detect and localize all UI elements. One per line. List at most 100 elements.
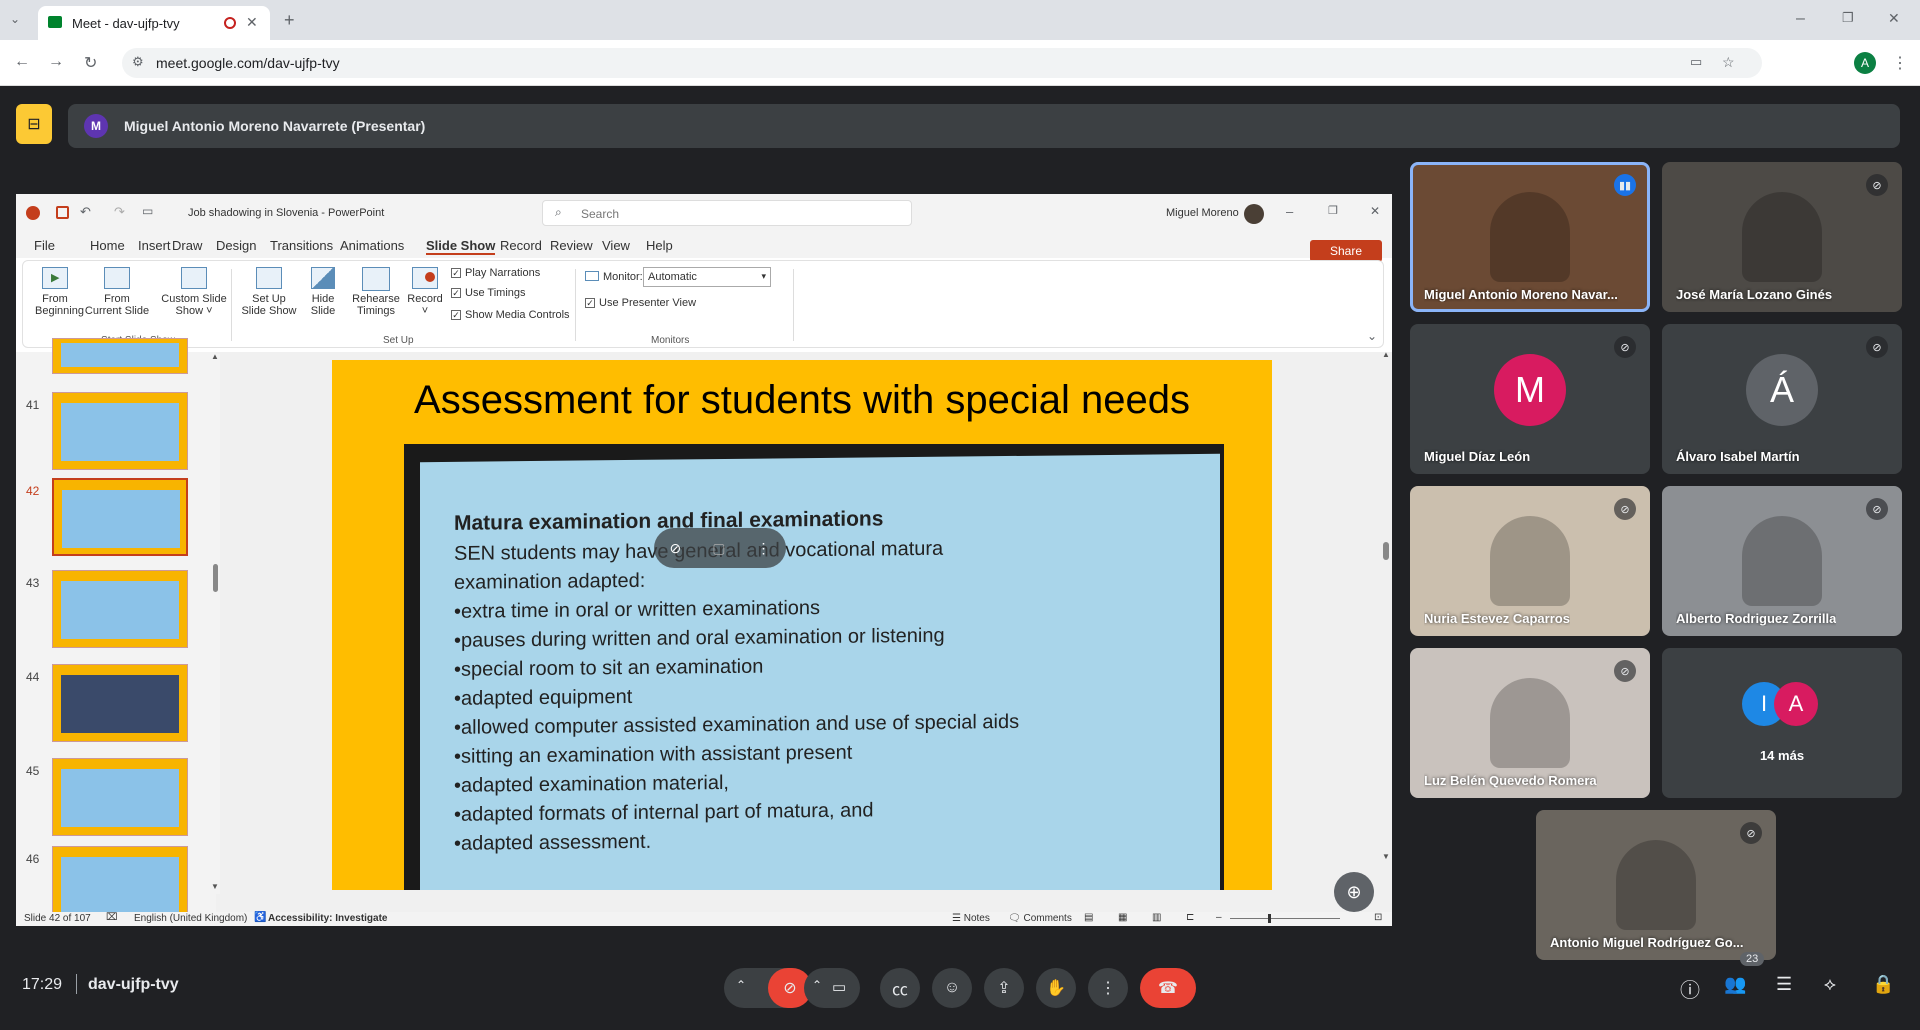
show-media-controls-checkbox[interactable]: ✓ Show Media Controls (451, 309, 570, 321)
slide-thumbnail[interactable] (52, 478, 188, 556)
reload-icon[interactable]: ↻ (84, 53, 97, 73)
slide-thumbnail[interactable] (52, 338, 188, 374)
minimize-icon[interactable]: – (1796, 10, 1805, 28)
undo-icon[interactable]: ↶ (80, 204, 91, 220)
video-overlay-controls[interactable]: ⊘ ▢ ⋮ (654, 528, 786, 568)
raise-hand-button[interactable]: ✋ (1036, 968, 1076, 1008)
custom-show-button[interactable]: Custom Slide Show ˅ (157, 267, 231, 317)
collapse-ribbon-icon[interactable]: ⌄ (1367, 329, 1377, 343)
use-timings-checkbox[interactable]: ✓ Use Timings (451, 287, 526, 299)
ppt-menu-home[interactable]: Home (90, 238, 125, 253)
forward-icon[interactable]: → (48, 53, 64, 71)
close-tab-icon[interactable]: ✕ (246, 14, 258, 31)
camera-icon[interactable]: ▭ (832, 978, 846, 996)
participant-tile[interactable]: ⊘ José María Lozano Ginés (1662, 162, 1902, 312)
normal-view-icon[interactable]: ▤ (1084, 912, 1093, 923)
participant-tile[interactable]: Á ⊘ Álvaro Isabel Martín (1662, 324, 1902, 474)
ppt-minimize-icon[interactable]: – (1286, 204, 1293, 219)
site-info-icon[interactable]: ⚙ (132, 54, 144, 70)
captions-button[interactable]: ㏄ (880, 968, 920, 1008)
participant-tile[interactable]: ⊘ Alberto Rodriguez Zorrilla (1662, 486, 1902, 636)
camera-options-icon[interactable]: ⌃ (812, 978, 822, 992)
camera-off-icon[interactable]: ▢ (712, 540, 725, 557)
scroll-thumb[interactable] (213, 564, 218, 592)
participant-tile[interactable]: ⊘ Nuria Estevez Caparros (1410, 486, 1650, 636)
ppt-menu-record[interactable]: Record (500, 238, 542, 253)
stop-presenting-icon[interactable]: ⊟ (16, 104, 52, 144)
profile-avatar[interactable]: A (1854, 52, 1876, 74)
slide-thumbnail[interactable] (52, 392, 188, 470)
ppt-menu-slide-show[interactable]: Slide Show (426, 238, 496, 255)
slide-scroll-thumb[interactable] (1383, 542, 1389, 560)
ppt-menu-file[interactable]: File (34, 238, 55, 253)
redo-icon[interactable]: ↷ (114, 204, 125, 220)
ppt-menu-animations[interactable]: Animations (340, 238, 404, 253)
zoom-magnifier-button[interactable]: ⊕ (1334, 872, 1374, 912)
more-options-icon[interactable]: ⋮ (756, 540, 770, 557)
ppt-search-box[interactable]: ⌕ Search (542, 200, 912, 226)
slideshow-view-icon[interactable]: ⊏ (1186, 912, 1194, 923)
rehearse-timings-button[interactable]: Rehearse Timings (349, 267, 403, 317)
host-controls-icon[interactable]: 🔒 (1872, 974, 1894, 995)
slide-sorter-icon[interactable]: ▦ (1118, 912, 1127, 923)
save-icon[interactable] (56, 206, 69, 219)
back-icon[interactable]: ← (14, 53, 30, 71)
ppt-share-button[interactable]: Share (1310, 240, 1382, 262)
slide-thumbnail[interactable] (52, 664, 188, 742)
participant-tile[interactable]: ▮▮ Miguel Antonio Moreno Navar... (1410, 162, 1650, 312)
thumbnail-scrollbar[interactable]: ▲ ▼ (210, 352, 220, 894)
record-button[interactable]: Record ˅ (407, 267, 443, 317)
from-current-button[interactable]: From Current Slide (83, 267, 151, 317)
participant-tile[interactable]: ⊘ Luz Belén Quevedo Romera (1410, 648, 1650, 798)
ppt-menu-help[interactable]: Help (646, 238, 673, 253)
setup-show-button[interactable]: Set Up Slide Show (241, 267, 297, 317)
more-options-button[interactable]: ⋮ (1088, 968, 1128, 1008)
participant-tile[interactable]: M ⊘ Miguel Díaz León (1410, 324, 1650, 474)
people-icon[interactable]: 👥 (1724, 974, 1746, 995)
present-button[interactable]: ⇪ (984, 968, 1024, 1008)
browser-tab[interactable]: Meet - dav-ujfp-tvy ✕ (38, 6, 270, 40)
mic-options-icon[interactable]: ⌃ (736, 978, 746, 992)
ppt-menu-insert[interactable]: Insert (138, 238, 171, 253)
restore-icon[interactable]: ❐ (1842, 10, 1854, 26)
zoom-slider-thumb[interactable] (1268, 914, 1271, 923)
comments-button[interactable]: 🗨 Comments (1008, 913, 1072, 924)
bookmark-star-icon[interactable]: ☆ (1722, 54, 1735, 71)
ppt-menu-review[interactable]: Review (550, 238, 593, 253)
browser-menu-icon[interactable]: ⋮ (1892, 53, 1908, 73)
camera-in-use-icon[interactable]: ▭ (1690, 54, 1702, 70)
ppt-menu-draw[interactable]: Draw (172, 238, 202, 253)
ppt-menu-view[interactable]: View (602, 238, 630, 253)
activities-icon[interactable]: ⟡ (1824, 974, 1836, 995)
new-tab-icon[interactable]: + (284, 10, 295, 31)
reading-view-icon[interactable]: ▥ (1152, 912, 1161, 923)
notes-button[interactable]: ☰ Notes (952, 913, 990, 924)
slide-thumbnail[interactable] (52, 758, 188, 836)
ppt-menu-transitions[interactable]: Transitions (270, 238, 333, 253)
hide-slide-button[interactable]: Hide Slide (303, 267, 343, 317)
ppt-restore-icon[interactable]: ❐ (1328, 204, 1338, 217)
zoom-out-icon[interactable]: – (1216, 912, 1222, 923)
ppt-user-avatar[interactable] (1244, 204, 1264, 224)
slide-thumbnail[interactable] (52, 570, 188, 648)
reactions-button[interactable]: ☺ (932, 968, 972, 1008)
monitor-select[interactable]: Automatic ▾ (643, 267, 771, 287)
meeting-info-icon[interactable]: ⓘ (1680, 974, 1700, 1003)
fit-slide-icon[interactable]: ⊡ (1374, 912, 1382, 923)
play-narrations-checkbox[interactable]: ✓ Play Narrations (451, 267, 540, 279)
presenter-view-checkbox[interactable]: ✓ Use Presenter View (585, 297, 696, 309)
accessibility-label[interactable]: Accessibility: Investigate (268, 913, 388, 924)
more-participants-tile[interactable]: I A 14 más (1662, 648, 1902, 798)
spellcheck-icon[interactable]: ⌧ (106, 912, 118, 923)
ppt-menu-design[interactable]: Design (216, 238, 256, 253)
present-icon[interactable]: ▭ (142, 204, 153, 218)
slide-scrollbar[interactable]: ▲ ▼ (1380, 350, 1392, 892)
mic-off-icon[interactable]: ⊘ (670, 540, 682, 557)
leave-call-button[interactable]: ☎ (1140, 968, 1196, 1008)
ppt-close-icon[interactable]: ✕ (1370, 204, 1380, 218)
tab-search-icon[interactable]: ⌄ (10, 12, 20, 26)
address-bar[interactable]: ⚙ meet.google.com/dav-ujfp-tvy ☆ ▭ (122, 48, 1762, 78)
zoom-slider[interactable] (1230, 918, 1340, 919)
chat-icon[interactable]: ☰ (1776, 974, 1792, 995)
language-label[interactable]: English (United Kingdom) (134, 913, 247, 924)
